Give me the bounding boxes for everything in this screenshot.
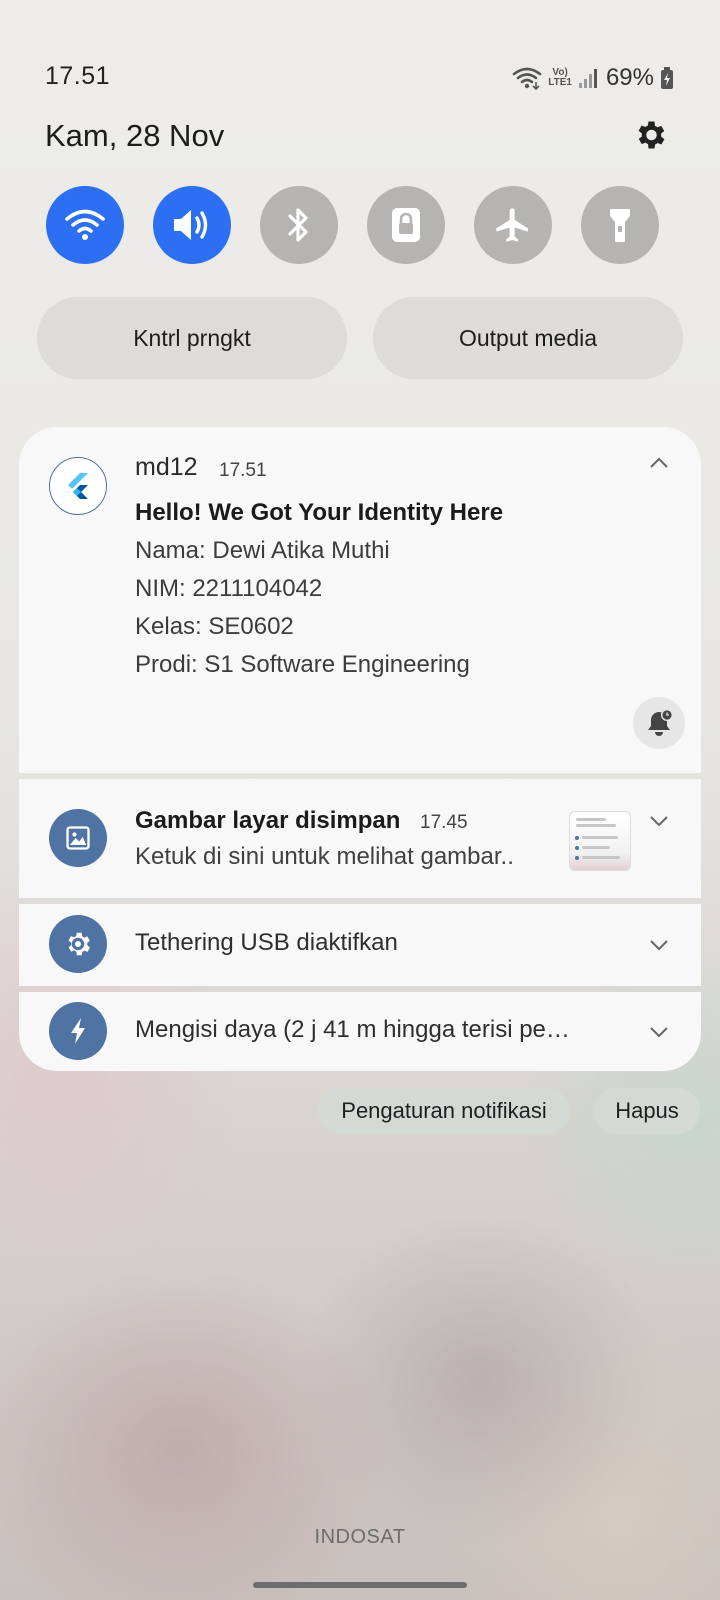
media-output-button[interactable]: Output media bbox=[373, 297, 683, 379]
notification-line-name: Nama: Dewi Atika Muthi bbox=[135, 537, 390, 564]
flutter-logo-icon bbox=[68, 473, 88, 499]
clear-button[interactable]: Hapus bbox=[594, 1088, 700, 1134]
app-icon bbox=[49, 1002, 107, 1060]
signal-icon bbox=[578, 69, 597, 88]
airplane-icon bbox=[496, 208, 528, 242]
battery-charging-icon bbox=[661, 67, 673, 89]
rotation-lock-toggle[interactable] bbox=[367, 186, 445, 264]
bluetooth-toggle[interactable] bbox=[260, 186, 338, 264]
notification-line-program: Prodi: S1 Software Engineering bbox=[135, 651, 470, 678]
notification-title: Mengisi daya (2 j 41 m hingga terisi pe… bbox=[135, 1016, 570, 1043]
notification-title: Gambar layar disimpan bbox=[135, 807, 401, 834]
notification-charging[interactable]: Mengisi daya (2 j 41 m hingga terisi pe… bbox=[19, 992, 701, 1071]
app-icon bbox=[49, 809, 107, 867]
status-bar: 17.51 Vo) LTE1 69% bbox=[45, 62, 674, 98]
notification-line-nim: NIM: 2211104042 bbox=[135, 575, 323, 602]
app-icon bbox=[49, 457, 107, 515]
gear-icon[interactable] bbox=[632, 117, 668, 153]
usb-settings-icon bbox=[68, 932, 90, 956]
screenshot-thumbnail[interactable] bbox=[569, 811, 631, 871]
airplane-mode-toggle[interactable] bbox=[474, 186, 552, 264]
notification-screenshot[interactable]: Gambar layar disimpan 17.45 Ketuk di sin… bbox=[19, 779, 701, 898]
notification-line-class: Kelas: SE0602 bbox=[135, 613, 294, 640]
status-time: 17.51 bbox=[45, 62, 111, 90]
image-icon bbox=[66, 826, 90, 850]
home-indicator[interactable] bbox=[253, 1582, 467, 1588]
wifi-icon bbox=[65, 209, 105, 240]
chevron-up-icon[interactable] bbox=[647, 451, 671, 475]
notification-time: 17.51 bbox=[219, 460, 267, 481]
notification-title: Hello! We Got Your Identity Here bbox=[135, 499, 504, 526]
bluetooth-icon bbox=[288, 208, 308, 242]
lightning-icon bbox=[71, 1018, 85, 1044]
chevron-down-icon[interactable] bbox=[647, 1020, 671, 1044]
flashlight-icon bbox=[610, 209, 630, 242]
carrier-label: INDOSAT bbox=[314, 1526, 406, 1548]
wifi-toggle[interactable] bbox=[46, 186, 124, 264]
notification-settings-button[interactable]: Pengaturan notifikasi bbox=[318, 1088, 570, 1134]
device-control-button[interactable]: Kntrl prngkt bbox=[37, 297, 347, 379]
wifi-icon bbox=[512, 67, 542, 90]
app-icon bbox=[49, 915, 107, 973]
notification-app-name: md12 bbox=[135, 453, 198, 481]
notification-text: Ketuk di sini untuk melihat gambar.. bbox=[135, 843, 514, 870]
flashlight-toggle[interactable] bbox=[581, 186, 659, 264]
notification-title: Tethering USB diaktifkan bbox=[135, 929, 398, 956]
speaker-icon bbox=[174, 210, 208, 240]
chevron-down-icon[interactable] bbox=[647, 809, 671, 833]
status-icons: Vo) LTE1 69% bbox=[512, 64, 674, 92]
battery-percent: 69% bbox=[605, 64, 654, 91]
notification-list: md12 17.51 Hello! We Got Your Identity H… bbox=[19, 427, 701, 1071]
bell-snooze-icon bbox=[648, 709, 673, 736]
quick-settings-row bbox=[46, 186, 670, 264]
notification-md12[interactable]: md12 17.51 Hello! We Got Your Identity H… bbox=[19, 427, 701, 773]
chevron-down-icon[interactable] bbox=[647, 933, 671, 957]
date-label: Kam, 28 Nov bbox=[45, 118, 225, 153]
notification-usb-tethering[interactable]: Tethering USB diaktifkan bbox=[19, 904, 701, 986]
lock-icon bbox=[392, 208, 420, 242]
snooze-button[interactable] bbox=[633, 697, 685, 749]
volte-icon: Vo) LTE1 bbox=[548, 67, 572, 88]
sound-toggle[interactable] bbox=[153, 186, 231, 264]
notification-time: 17.45 bbox=[420, 812, 468, 833]
